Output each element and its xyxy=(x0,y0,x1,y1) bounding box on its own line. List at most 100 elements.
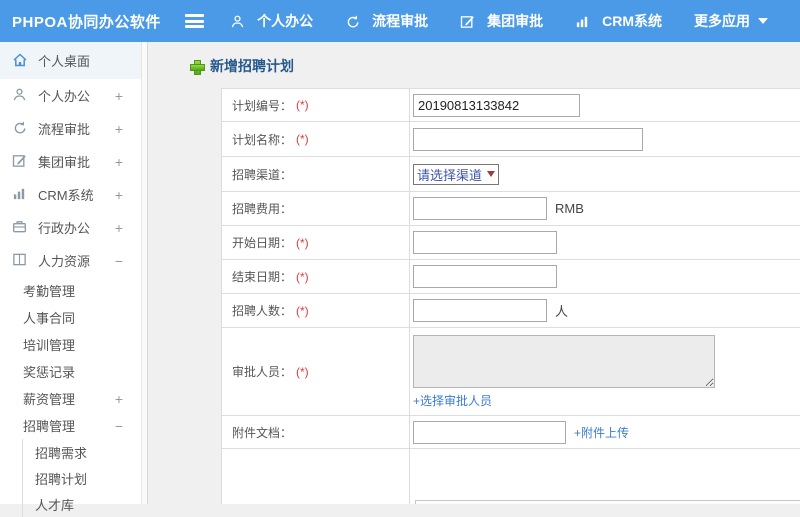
unit-label: 人 xyxy=(555,301,568,320)
topnav-item[interactable]: CRM系统 xyxy=(575,11,662,31)
topnav-item-label: CRM系统 xyxy=(602,11,662,31)
form-row: 招聘人数：(*)人 xyxy=(222,294,800,328)
add-icon xyxy=(190,60,203,73)
text-input[interactable] xyxy=(413,421,566,444)
expand-icon[interactable]: + xyxy=(115,187,123,203)
user-icon xyxy=(12,87,29,104)
form-row-value: RMB xyxy=(410,192,800,225)
recruitment-plan-form: 计划编号： (*) 计划名称： (*) 招聘渠道：请选择渠道招聘费用： RMB 开始日期： (… xyxy=(221,88,800,504)
sidebar-item[interactable]: 招聘计划 xyxy=(22,465,141,491)
sidebar-item-label: 考勤管理 xyxy=(23,281,75,300)
sidebar-item-label: 人才库 xyxy=(35,495,74,514)
field-label: 结束日期： xyxy=(232,268,292,285)
topnav-item[interactable]: 个人办公 xyxy=(230,11,313,31)
edit-icon xyxy=(12,153,29,170)
expand-icon[interactable]: + xyxy=(115,391,123,407)
sidebar-item[interactable]: 考勤管理 xyxy=(0,277,141,304)
text-input[interactable] xyxy=(413,265,557,288)
sidebar-item-label: 薪资管理 xyxy=(23,389,75,408)
unit-label: RMB xyxy=(555,201,584,216)
workflow-icon xyxy=(345,14,366,29)
sidebar-item[interactable]: 薪资管理 + xyxy=(0,385,141,412)
page-title: 新增招聘计划 xyxy=(210,56,294,76)
expand-icon[interactable]: + xyxy=(115,88,123,104)
sidebar-scrollbar[interactable] xyxy=(141,42,148,504)
sidebar-item-label: 行政办公 xyxy=(38,218,90,237)
topnav-item[interactable]: 集团审批 xyxy=(460,11,543,31)
sidebar-item-label: 人力资源 xyxy=(38,251,90,270)
text-input[interactable] xyxy=(413,197,547,220)
select-approver-link[interactable]: +选择审批人员 xyxy=(413,392,492,409)
sidebar-item-label: 个人桌面 xyxy=(38,51,90,70)
form-row-label: 审批人员：(*) xyxy=(222,328,410,415)
topnav-item-label: 个人办公 xyxy=(257,11,313,31)
edit-icon xyxy=(460,14,481,29)
text-input[interactable] xyxy=(413,94,580,117)
collapse-icon[interactable]: − xyxy=(115,418,123,434)
required-mark: (*) xyxy=(296,132,309,146)
form-row-label: 招聘渠道： xyxy=(222,157,410,191)
form-row-label: 计划编号： (*) xyxy=(222,89,410,121)
expand-icon[interactable]: + xyxy=(115,154,123,170)
sidebar-item[interactable]: 流程审批 + xyxy=(0,112,141,145)
sidebar-item-label: 流程审批 xyxy=(38,119,90,138)
sidebar-item[interactable]: 人力资源 − xyxy=(0,244,141,277)
sidebar-item-label: 培训管理 xyxy=(23,335,75,354)
approver-textarea[interactable] xyxy=(413,335,715,388)
chart-icon xyxy=(575,14,596,29)
form-row-value xyxy=(410,89,800,121)
sidebar-item-label: 集团审批 xyxy=(38,152,90,171)
sidebar-item[interactable]: CRM系统+ xyxy=(0,178,141,211)
form-row: 招聘费用： RMB xyxy=(222,192,800,226)
sidebar-item[interactable]: 个人桌面 xyxy=(0,42,141,79)
form-row: 附件文档：+附件上传 xyxy=(222,416,800,449)
form-row-value xyxy=(410,260,800,293)
field-label: 开始日期： xyxy=(232,234,292,251)
sidebar-item[interactable]: 集团审批 + xyxy=(0,145,141,178)
topnav-item[interactable]: 流程审批 xyxy=(345,11,428,31)
form-row-value: HTML↶↷BIUAABCX²X₂66TAab自定义标题段落格式字体字号 xyxy=(410,449,800,504)
form-row: 审批人员：(*)+选择审批人员 xyxy=(222,328,800,416)
form-row: 招聘渠道：请选择渠道 xyxy=(222,157,800,192)
form-row-label: 计划名称： (*) xyxy=(222,122,410,156)
sidebar-item[interactable]: 培训管理 xyxy=(0,331,141,358)
form-row-label: 结束日期： (*) xyxy=(222,260,410,293)
form-row-value: 人 xyxy=(410,294,800,327)
sidebar-item[interactable]: 招聘管理− xyxy=(0,412,141,439)
briefcase-icon xyxy=(12,219,29,236)
required-mark: (*) xyxy=(296,270,309,284)
sidebar-item[interactable]: 招聘需求 xyxy=(22,439,141,465)
field-label: 计划编号： xyxy=(232,97,292,114)
sidebar-item[interactable]: 行政办公 + xyxy=(0,211,141,244)
main-content: 新增招聘计划 计划编号： (*) 计划名称： (*) 招聘渠道：请选择渠道招聘费用： RM… xyxy=(148,42,800,504)
sidebar-item[interactable]: 个人办公+ xyxy=(0,79,141,112)
field-label: 审批人员： xyxy=(232,363,292,380)
menu-toggle-icon[interactable] xyxy=(185,14,204,28)
sidebar-item-label: 招聘需求 xyxy=(35,443,87,462)
app-title: PHPOA协同办公软件 xyxy=(0,11,175,32)
topnav-item-label: 集团审批 xyxy=(487,11,543,31)
form-row: HTML↶↷BIUAABCX²X₂66TAab自定义标题段落格式字体字号 xyxy=(222,449,800,504)
channel-select[interactable]: 请选择渠道 xyxy=(413,164,499,185)
topnav-item[interactable]: 更多应用 xyxy=(694,11,768,31)
select-caret-icon xyxy=(487,171,495,177)
chart-icon xyxy=(12,186,29,203)
form-row-label xyxy=(222,449,410,504)
text-input[interactable] xyxy=(413,128,643,151)
collapse-icon[interactable]: − xyxy=(115,253,123,269)
text-input[interactable] xyxy=(413,231,557,254)
sidebar-item-label: 奖惩记录 xyxy=(23,362,75,381)
required-mark: (*) xyxy=(296,98,309,112)
expand-icon[interactable]: + xyxy=(115,220,123,236)
field-label: 计划名称： xyxy=(232,131,292,148)
workflow-icon xyxy=(12,120,29,137)
attachment-upload-link[interactable]: +附件上传 xyxy=(574,424,629,441)
sidebar-item[interactable]: 奖惩记录 xyxy=(0,358,141,385)
home-icon xyxy=(12,52,29,69)
text-input[interactable] xyxy=(413,299,547,322)
form-row-value: 请选择渠道 xyxy=(410,157,800,191)
sidebar-item[interactable]: 人才库 xyxy=(22,491,141,517)
sidebar-item[interactable]: 人事合同 xyxy=(0,304,141,331)
form-row-label: 招聘费用： xyxy=(222,192,410,225)
expand-icon[interactable]: + xyxy=(115,121,123,137)
